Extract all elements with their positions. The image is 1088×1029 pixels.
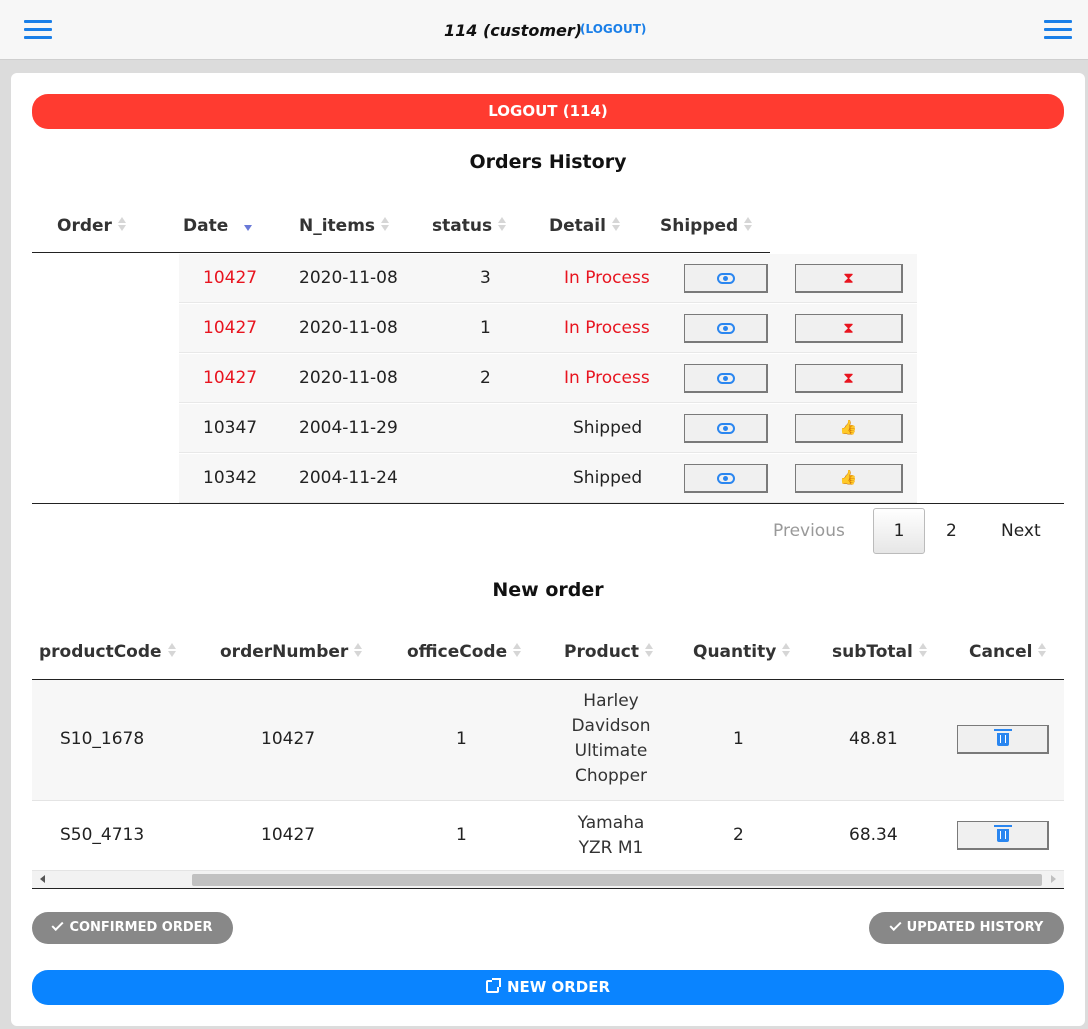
detail-button[interactable] (684, 364, 768, 393)
hourglass-icon: ⧗ (843, 318, 854, 337)
shipped-button[interactable]: ⧗ (795, 364, 903, 393)
order-status: In Process (564, 268, 650, 288)
scroll-right-arrow-icon[interactable] (1051, 875, 1056, 883)
user-title: 114 (customer) (444, 21, 583, 40)
orders-history-title: Orders History (469, 151, 627, 173)
quantity: 1 (733, 729, 744, 749)
product-name: Yamaha YZR M1 (577, 813, 645, 858)
column-header-quantity[interactable]: Quantity (693, 642, 791, 662)
cancel-item-button[interactable] (957, 725, 1049, 754)
detail-button[interactable] (684, 314, 768, 343)
order-number: 10342 (203, 468, 258, 488)
thumbs-up-icon: 👍 (839, 470, 858, 486)
order-status: In Process (564, 368, 650, 388)
logout-button[interactable]: LOGOUT (114) (32, 94, 1064, 129)
shipped-button[interactable]: ⧗ (795, 314, 903, 343)
shipped-button[interactable]: 👍 (795, 414, 903, 443)
office-code: 1 (456, 729, 467, 749)
column-header-cancel[interactable]: Cancel (969, 642, 1047, 662)
table-footer-divider (32, 503, 1064, 504)
external-link-icon (485, 978, 501, 993)
horizontal-scrollbar[interactable] (32, 870, 1064, 888)
product-code: S10_1678 (60, 729, 145, 749)
quantity: 2 (733, 825, 744, 845)
top-bar: 114 (customer) (LOGOUT) (0, 0, 1088, 60)
order-date: 2020-11-08 (299, 368, 398, 388)
column-header-office-code[interactable]: officeCode (407, 642, 522, 662)
product-code: S50_4713 (60, 825, 145, 845)
eye-icon (716, 372, 735, 384)
detail-button[interactable] (684, 464, 768, 493)
column-header-product[interactable]: Product (564, 642, 653, 662)
trash-icon (993, 824, 1012, 842)
column-header-order[interactable]: Order (57, 216, 126, 236)
order-number: 10347 (203, 418, 258, 438)
table-row (32, 802, 1064, 870)
column-header-date[interactable]: Date (183, 216, 253, 236)
pagination-page-2[interactable]: 2 (946, 521, 957, 541)
hamburger-menu-icon[interactable] (24, 20, 52, 42)
eye-icon (716, 422, 735, 434)
cancel-item-button[interactable] (957, 821, 1049, 850)
hamburger-menu-icon[interactable] (1044, 20, 1072, 42)
order-number: 10427 (203, 268, 258, 288)
table-row (32, 680, 1064, 801)
hourglass-icon: ⧗ (843, 368, 854, 387)
order-n-items: 2 (480, 368, 491, 388)
column-header-status[interactable]: status (432, 216, 507, 236)
order-date: 2004-11-24 (299, 468, 398, 488)
logout-link[interactable]: (LOGOUT) (580, 22, 646, 36)
order-status: In Process (564, 318, 650, 338)
subtotal: 48.81 (849, 729, 898, 749)
order-number: 10427 (203, 368, 258, 388)
detail-button[interactable] (684, 414, 768, 443)
office-code: 1 (456, 825, 467, 845)
order-n-items: 3 (480, 268, 491, 288)
pagination-next[interactable]: Next (1001, 521, 1041, 541)
main-card: LOGOUT (114) Orders History Order Date N… (11, 73, 1085, 1026)
new-order-footer-divider (32, 888, 1064, 889)
detail-button[interactable] (684, 264, 768, 293)
order-date: 2020-11-08 (299, 268, 398, 288)
order-number: 10427 (261, 729, 316, 749)
thumbs-up-icon: 👍 (839, 420, 858, 436)
order-n-items: 1 (480, 318, 491, 338)
eye-icon (716, 322, 735, 334)
order-status: Shipped (573, 468, 643, 488)
column-header-order-number[interactable]: orderNumber (220, 642, 363, 662)
column-header-product-code[interactable]: productCode (39, 642, 176, 662)
updated-history-button[interactable]: UPDATED HISTORY (869, 912, 1064, 944)
table-header-divider (32, 252, 770, 253)
shipped-button[interactable]: 👍 (795, 464, 903, 493)
shipped-button[interactable]: ⧗ (795, 264, 903, 293)
order-number: 10427 (203, 318, 258, 338)
pagination-previous[interactable]: Previous (773, 521, 845, 541)
product-name: Harley Davidson Ultimate Chopper (571, 691, 651, 786)
check-icon (889, 918, 902, 932)
hourglass-icon: ⧗ (843, 268, 854, 287)
column-header-shipped[interactable]: Shipped (660, 216, 753, 236)
order-number: 10427 (261, 825, 316, 845)
order-date: 2004-11-29 (299, 418, 398, 438)
new-order-title: New order (492, 579, 604, 601)
trash-icon (993, 728, 1012, 746)
eye-icon (716, 272, 735, 284)
eye-icon (716, 472, 735, 484)
order-status: Shipped (573, 418, 643, 438)
scroll-left-arrow-icon[interactable] (40, 875, 45, 883)
column-header-n-items[interactable]: N_items (299, 216, 390, 236)
check-icon (51, 918, 64, 932)
new-order-button[interactable]: NEW ORDER (32, 970, 1064, 1005)
scrollbar-thumb[interactable] (192, 874, 1042, 886)
order-date: 2020-11-08 (299, 318, 398, 338)
subtotal: 68.34 (849, 825, 898, 845)
pagination-page-1[interactable]: 1 (873, 508, 925, 554)
column-header-subtotal[interactable]: subTotal (832, 642, 927, 662)
column-header-detail[interactable]: Detail (549, 216, 620, 236)
confirmed-order-button[interactable]: CONFIRMED ORDER (32, 912, 233, 944)
